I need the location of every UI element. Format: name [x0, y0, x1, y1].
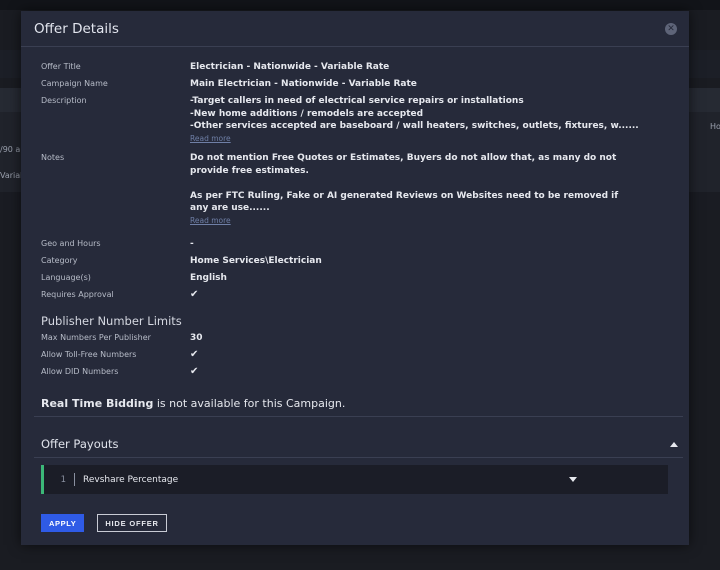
backdrop-top-bar: [0, 0, 720, 10]
apply-button[interactable]: APPLY: [41, 514, 85, 532]
payout-separator: [74, 473, 75, 486]
detail-label: Offer Title: [41, 62, 81, 71]
detail-row-description: Description -Target callers in need of e…: [41, 95, 639, 152]
description-line: -Other services accepted are baseboard /…: [190, 121, 639, 131]
detail-label: Allow Toll-Free Numbers: [41, 350, 137, 359]
modal-footer: APPLY HIDE OFFER: [41, 514, 167, 532]
description-value: -Target callers in need of electrical se…: [190, 95, 639, 152]
detail-row-geo-hours: Geo and Hours -: [41, 238, 601, 255]
description-line: -New home additions / remodels are accep…: [190, 108, 424, 119]
divider: [34, 457, 683, 458]
hide-offer-button[interactable]: HIDE OFFER: [97, 514, 167, 532]
detail-label: Allow DID Numbers: [41, 367, 119, 376]
notes-line: provide free estimates.: [190, 165, 309, 176]
notes-line: any are use......: [190, 203, 270, 213]
rtb-notice: Real Time Bidding is not available for t…: [41, 397, 345, 410]
detail-label: Max Numbers Per Publisher: [41, 333, 151, 342]
publisher-limits-heading-row: Publisher Number Limits: [41, 314, 601, 332]
offer-title-value: Electrician - Nationwide - Variable Rate: [190, 62, 390, 72]
chevron-up-icon[interactable]: [670, 441, 678, 447]
detail-row-languages: Language(s) English: [41, 272, 601, 289]
close-icon[interactable]: ✕: [665, 22, 677, 35]
offer-payouts-title: Offer Payouts: [41, 437, 119, 451]
payout-name: Revshare Percentage: [83, 474, 179, 485]
detail-label: Category: [41, 256, 78, 265]
detail-row-toll-free: Allow Toll-Free Numbers ✔: [41, 349, 601, 366]
payout-index: 1: [60, 474, 66, 485]
category-value: Home Services\Electrician: [190, 256, 322, 266]
chevron-down-icon[interactable]: [569, 477, 577, 482]
notes-line: As per FTC Ruling, Fake or AI generated …: [190, 190, 619, 201]
detail-label: Requires Approval: [41, 290, 114, 299]
rtb-notice-text: is not available for this Campaign.: [153, 397, 346, 410]
detail-row-notes: Notes Do not mention Free Quotes or Esti…: [41, 152, 618, 238]
detail-row-did: Allow DID Numbers ✔: [41, 366, 601, 383]
max-numbers-value: 30: [190, 333, 203, 343]
payout-item[interactable]: 1 Revshare Percentage: [41, 465, 668, 494]
checkmark-icon: ✔: [190, 349, 199, 360]
detail-label: Campaign Name: [41, 79, 108, 88]
detail-label: Language(s): [41, 273, 91, 282]
detail-label: Description: [41, 96, 87, 105]
detail-label: Geo and Hours: [41, 239, 101, 248]
detail-row-category: Category Home Services\Electrician: [41, 255, 601, 272]
publisher-limits-title: Publisher Number Limits: [41, 314, 182, 328]
rtb-notice-bold: Real Time Bidding: [41, 397, 154, 410]
detail-row-requires-approval: Requires Approval ✔: [41, 289, 601, 314]
languages-value: English: [190, 273, 227, 283]
backdrop-text: Ho: [710, 122, 720, 131]
offer-payouts-header[interactable]: Offer Payouts: [41, 437, 678, 451]
notes-value: Do not mention Free Quotes or Estimates,…: [190, 152, 618, 238]
detail-row-max-numbers: Max Numbers Per Publisher 30: [41, 332, 601, 349]
description-read-more-link[interactable]: Read more: [190, 133, 639, 146]
campaign-name-value: Main Electrician - Nationwide - Variable…: [190, 79, 417, 89]
detail-label: Notes: [41, 153, 65, 162]
modal-header: Offer Details ✕: [21, 11, 689, 47]
divider: [34, 416, 683, 417]
checkmark-icon: ✔: [190, 366, 199, 377]
notes-line: Do not mention Free Quotes or Estimates,…: [190, 153, 617, 163]
notes-read-more-link[interactable]: Read more: [190, 215, 618, 228]
modal-title: Offer Details: [34, 20, 119, 37]
geo-hours-value: -: [190, 239, 194, 249]
description-line: -Target callers in need of electrical se…: [190, 96, 524, 106]
checkmark-icon: ✔: [190, 289, 199, 300]
notes-line: [190, 177, 618, 190]
offer-details-modal: Offer Details ✕ Offer Title Electrician …: [21, 11, 689, 545]
detail-row-offer-title: Offer Title Electrician - Nationwide - V…: [41, 61, 601, 78]
detail-row-campaign-name: Campaign Name Main Electrician - Nationw…: [41, 78, 601, 95]
offer-details-list: Offer Title Electrician - Nationwide - V…: [41, 61, 639, 383]
